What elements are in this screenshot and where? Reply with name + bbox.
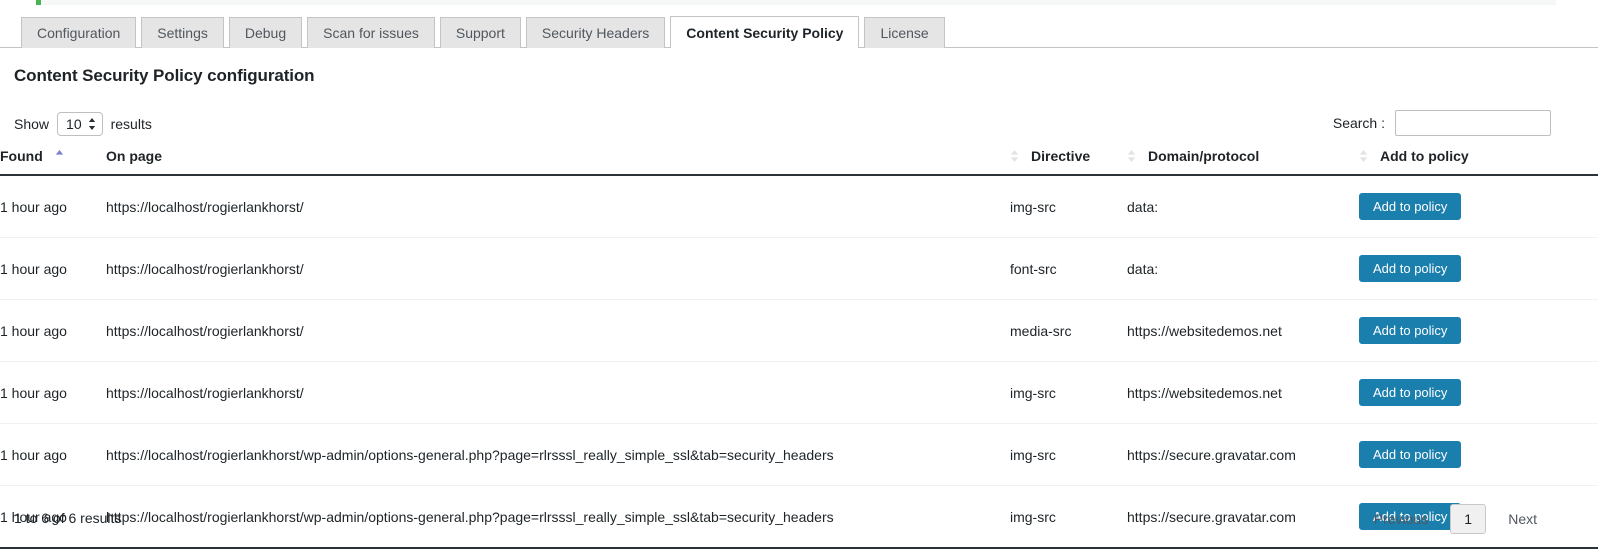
cell-domain-protocol: https://websitedemos.net (1127, 361, 1359, 424)
add-to-policy-button[interactable]: Add to policy (1359, 255, 1462, 282)
cell-action: Add to policy (1359, 237, 1598, 300)
tab-license[interactable]: License (864, 17, 945, 48)
column-header-on-page[interactable]: On page (106, 140, 1010, 176)
cell-domain-protocol: https://secure.gravatar.com (1127, 423, 1359, 486)
add-to-policy-button[interactable]: Add to policy (1359, 317, 1462, 344)
table-head: Found On page Directive Domain/protocol Add … (0, 140, 1598, 176)
column-header-label: On page (106, 148, 163, 164)
csp-configuration-page: Configuration Settings Debug Scan for issue… (0, 0, 1598, 553)
pagination: Previous 1 Next (1360, 504, 1551, 534)
add-to-policy-button[interactable]: Add to policy (1359, 379, 1462, 406)
table-row: 1 hour ago https://localhost/rogierlankho… (0, 175, 1598, 238)
page-length-control: Show 10 results (14, 112, 152, 136)
page-length-select[interactable]: 10 (57, 112, 103, 136)
page-length-label-prefix: Show (14, 116, 50, 132)
settings-tab-bar: Configuration Settings Debug Scan for issue… (0, 10, 1598, 48)
cell-domain-protocol: https://websitedemos.net (1127, 299, 1359, 362)
tab-label: Security Headers (541, 25, 650, 41)
sort-indicator-icon[interactable] (1359, 148, 1368, 164)
tab-support[interactable]: Support (439, 17, 521, 48)
tab-label: Support (455, 25, 505, 41)
page-title: Content Security Policy configuration (14, 66, 315, 85)
add-to-policy-button[interactable]: Add to policy (1359, 441, 1462, 468)
tab-content-security-policy[interactable]: Content Security Policy (670, 16, 860, 48)
cell-on-page: https://localhost/rogierlankhorst/ (106, 175, 1010, 238)
cell-found: 1 hour ago (0, 237, 106, 300)
table-row: 1 hour ago https://localhost/rogierlankho… (0, 423, 1598, 486)
cell-directive: media-src (1010, 299, 1127, 362)
cell-on-page: https://localhost/rogierlankhorst/wp-adm… (106, 423, 1010, 486)
pagination-previous[interactable]: Previous (1360, 504, 1442, 534)
cell-found: 1 hour ago (0, 361, 106, 424)
cell-found: 1 hour ago (0, 423, 106, 486)
tab-label: Scan for issues (323, 25, 419, 41)
column-header-label: Add to policy (1380, 148, 1469, 164)
pagination-next[interactable]: Next (1494, 504, 1551, 534)
pagination-page-1[interactable]: 1 (1450, 504, 1487, 534)
cell-action: Add to policy (1359, 175, 1598, 238)
column-header-add-to-policy[interactable]: Add to policy (1359, 140, 1598, 176)
tab-label: Debug (244, 25, 287, 41)
tab-scan-for-issues[interactable]: Scan for issues (307, 17, 435, 48)
cell-domain-protocol: data: (1127, 175, 1359, 238)
cell-action: Add to policy (1359, 423, 1598, 486)
column-header-domain-protocol[interactable]: Domain/protocol (1127, 140, 1359, 176)
tab-label: Settings (157, 25, 208, 41)
cell-found: 1 hour ago (0, 175, 106, 238)
search-input[interactable] (1395, 110, 1551, 136)
column-header-directive[interactable]: Directive (1010, 140, 1127, 176)
page-length-label-suffix: results (110, 116, 152, 132)
column-header-label: Found (0, 148, 43, 164)
table-header-row: Found On page Directive Domain/protocol Add … (0, 140, 1598, 176)
table-row: 1 hour ago https://localhost/rogierlankho… (0, 361, 1598, 424)
table-controls: Show 10 results Search : (0, 108, 1598, 140)
cell-directive: img-src (1010, 423, 1127, 486)
column-header-found[interactable]: Found (0, 140, 106, 176)
cell-directive: font-src (1010, 237, 1127, 300)
updown-chevron-icon (88, 117, 96, 131)
cell-on-page: https://localhost/rogierlankhorst/ (106, 237, 1010, 300)
table-footer: 1 to 6 of 6 results Previous 1 Next (0, 500, 1598, 553)
tab-label: License (880, 25, 929, 41)
column-header-label: Directive (1031, 148, 1091, 164)
cell-action: Add to policy (1359, 361, 1598, 424)
cell-on-page: https://localhost/rogierlankhorst/ (106, 361, 1010, 424)
table-body: 1 hour ago https://localhost/rogierlankho… (0, 175, 1598, 549)
tab-label: Configuration (37, 25, 121, 41)
page-length-value: 10 (66, 116, 82, 132)
add-to-policy-button[interactable]: Add to policy (1359, 193, 1462, 220)
sort-indicator-icon[interactable] (1010, 148, 1019, 164)
tab-list: Configuration Settings Debug Scan for issue… (0, 10, 1598, 48)
search-label: Search : (1332, 115, 1385, 131)
sort-indicator-icon[interactable] (1127, 148, 1136, 164)
cell-action: Add to policy (1359, 299, 1598, 362)
csp-results-table-wrap: Found On page Directive Domain/protocol Add … (0, 140, 1598, 549)
column-header-label: Domain/protocol (1148, 148, 1260, 164)
tab-label: Content Security Policy (686, 24, 844, 41)
tab-settings[interactable]: Settings (141, 17, 224, 48)
tab-security-headers[interactable]: Security Headers (525, 17, 666, 48)
tab-debug[interactable]: Debug (228, 17, 303, 48)
cell-domain-protocol: data: (1127, 237, 1359, 300)
cell-directive: img-src (1010, 175, 1127, 238)
cell-directive: img-src (1010, 361, 1127, 424)
table-row: 1 hour ago https://localhost/rogierlankho… (0, 237, 1598, 300)
sort-indicator-icon[interactable] (55, 148, 64, 164)
results-info: 1 to 6 of 6 results (14, 510, 122, 526)
csp-results-table: Found On page Directive Domain/protocol Add … (0, 140, 1598, 549)
notice-bar-edge (36, 0, 1556, 5)
search-control: Search : (1333, 110, 1551, 136)
cell-on-page: https://localhost/rogierlankhorst/ (106, 299, 1010, 362)
cell-found: 1 hour ago (0, 299, 106, 362)
tab-configuration[interactable]: Configuration (21, 17, 137, 48)
table-row: 1 hour ago https://localhost/rogierlankho… (0, 299, 1598, 362)
